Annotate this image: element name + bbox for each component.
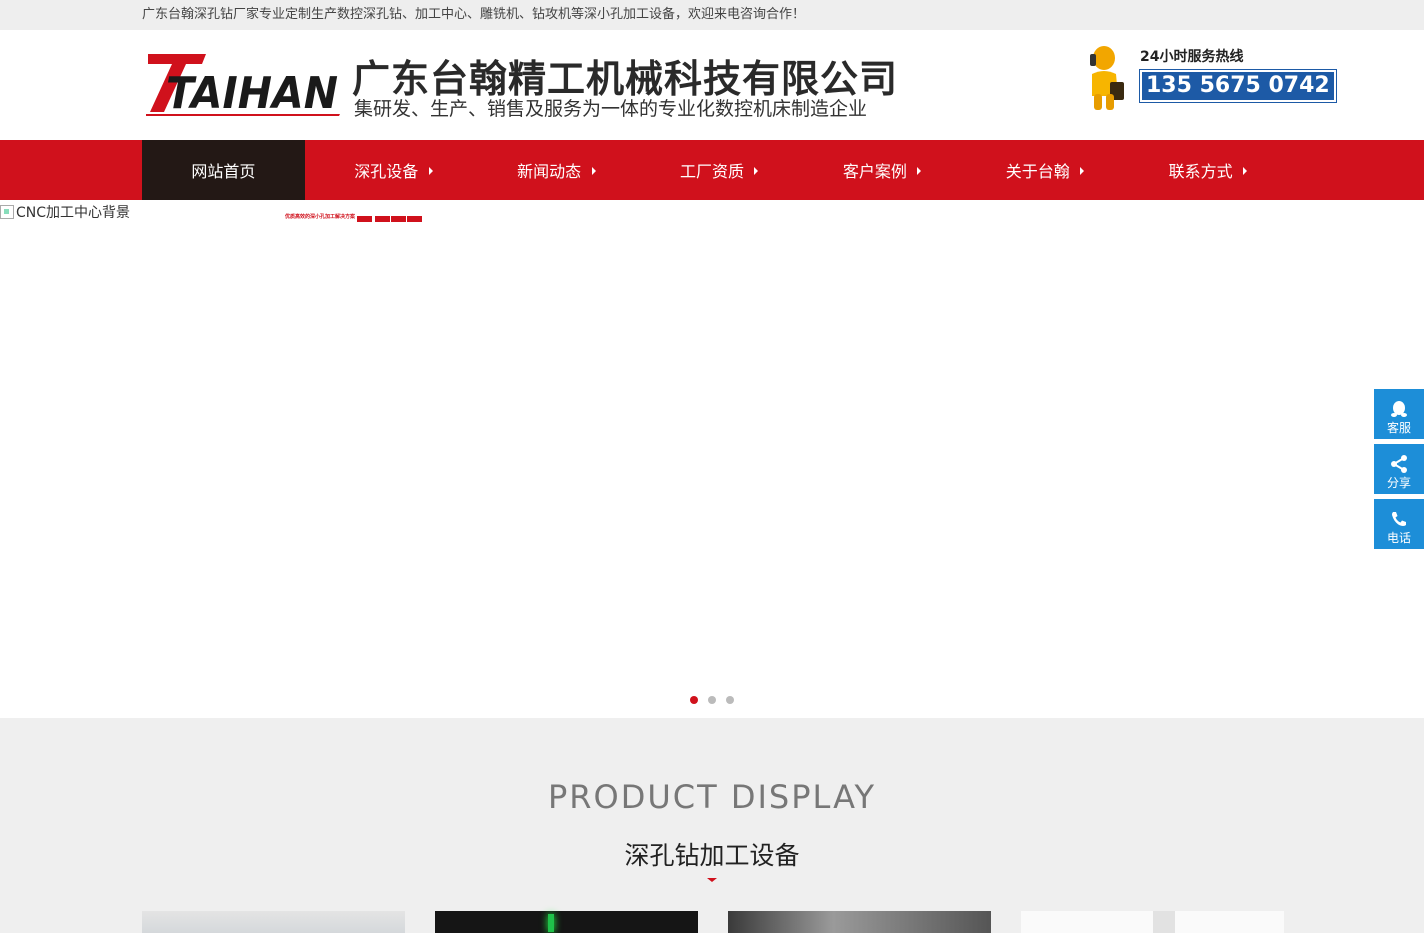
mini-banner-title: 优质高效的深小孔加工解决方案 — [285, 214, 356, 220]
nav-item-label: 工厂资质 — [680, 162, 745, 181]
share-icon — [1391, 455, 1407, 473]
hero-banner[interactable]: CNC加工中心背景 优质高效的深小孔加工解决方案 — [0, 200, 1424, 718]
top-notice-text: 广东台翰深孔钻厂家专业定制生产数控深孔钻、加工中心、雕铣机、钻攻机等深小孔加工设… — [142, 7, 806, 22]
caret-right-icon — [917, 167, 922, 175]
site-header: TAIHAN 广东台翰精工机械科技有限公司 集研发、生产、销售及服务为一体的专业… — [0, 30, 1424, 140]
phone-button[interactable]: 电话 — [1374, 499, 1424, 549]
nav-item-about[interactable]: 关于台翰 — [956, 140, 1119, 200]
main-nav: 网站首页 深孔设备 新闻动态 工厂资质 客户案例 关于台翰 联系方式 — [0, 140, 1424, 200]
floating-contact-panel: 客服 分享 电话 — [1374, 389, 1424, 554]
slider-dot-1[interactable] — [690, 696, 698, 704]
nav-item-home[interactable]: 网站首页 — [142, 140, 305, 200]
caret-right-icon — [428, 167, 433, 175]
phone-icon — [1392, 512, 1406, 526]
caret-right-icon — [1243, 167, 1248, 175]
product-display-section: PRODUCT DISPLAY 深孔钻加工设备 — [0, 718, 1424, 933]
service-person-icon — [1090, 46, 1124, 110]
slider-dot-3[interactable] — [726, 696, 734, 704]
mini-banner-thumbnail: 优质高效的深小孔加工解决方案 — [285, 204, 425, 224]
phone-label: 电话 — [1386, 531, 1411, 545]
nav-item-news[interactable]: 新闻动态 — [468, 140, 631, 200]
nav-item-label: 深孔设备 — [354, 162, 419, 181]
nav-item-label: 关于台翰 — [1005, 162, 1070, 181]
product-card[interactable] — [435, 911, 698, 933]
company-slogan: 集研发、生产、销售及服务为一体的专业化数控机床制造企业 — [354, 98, 868, 120]
top-notice-bar: 广东台翰深孔钻厂家专业定制生产数控深孔钻、加工中心、雕铣机、钻攻机等深小孔加工设… — [0, 0, 1424, 30]
mini-banner-chip — [375, 216, 390, 222]
customer-service-button[interactable]: 客服 — [1374, 389, 1424, 439]
product-section-title-zh: 深孔钻加工设备 — [624, 841, 800, 870]
nav-item-deep-hole-equipment[interactable]: 深孔设备 — [305, 140, 468, 200]
taihan-logo[interactable]: TAIHAN — [146, 50, 344, 116]
section-title-marker — [707, 878, 717, 882]
product-card[interactable] — [728, 911, 991, 933]
nav-item-label: 网站首页 — [191, 162, 256, 181]
mini-banner-chip — [407, 216, 422, 222]
product-card[interactable] — [1021, 911, 1284, 933]
nav-item-cases[interactable]: 客户案例 — [793, 140, 956, 200]
product-section-title-en: PRODUCT DISPLAY — [547, 778, 877, 816]
banner-alt-text: CNC加工中心背景 — [16, 205, 131, 221]
hotline-block[interactable]: 24小时服务热线 135 5675 0742 — [1082, 42, 1337, 114]
nav-item-contact[interactable]: 联系方式 — [1119, 140, 1282, 200]
caret-right-icon — [591, 167, 596, 175]
slider-dot-2[interactable] — [708, 696, 716, 704]
share-label: 分享 — [1386, 476, 1411, 490]
broken-image-icon — [0, 205, 14, 219]
mini-banner-chip — [357, 216, 372, 222]
nav-item-label: 联系方式 — [1168, 162, 1233, 181]
mini-banner-chip — [391, 216, 406, 222]
product-card[interactable] — [142, 911, 405, 933]
nav-item-label: 新闻动态 — [517, 162, 582, 181]
product-card-row — [142, 911, 1284, 933]
logo-wordmark: TAIHAN — [166, 68, 338, 116]
hotline-label: 24小时服务热线 — [1140, 49, 1244, 65]
banner-broken-image: CNC加工中心背景 — [0, 202, 130, 222]
nav-item-qualifications[interactable]: 工厂资质 — [631, 140, 794, 200]
customer-service-label: 客服 — [1386, 421, 1411, 435]
share-button[interactable]: 分享 — [1374, 444, 1424, 494]
caret-right-icon — [754, 167, 759, 175]
nav-item-label: 客户案例 — [842, 162, 907, 181]
caret-right-icon — [1080, 167, 1085, 175]
qq-icon — [1391, 401, 1407, 417]
hotline-number[interactable]: 135 5675 0742 — [1139, 69, 1337, 103]
slider-dots — [0, 696, 1424, 704]
